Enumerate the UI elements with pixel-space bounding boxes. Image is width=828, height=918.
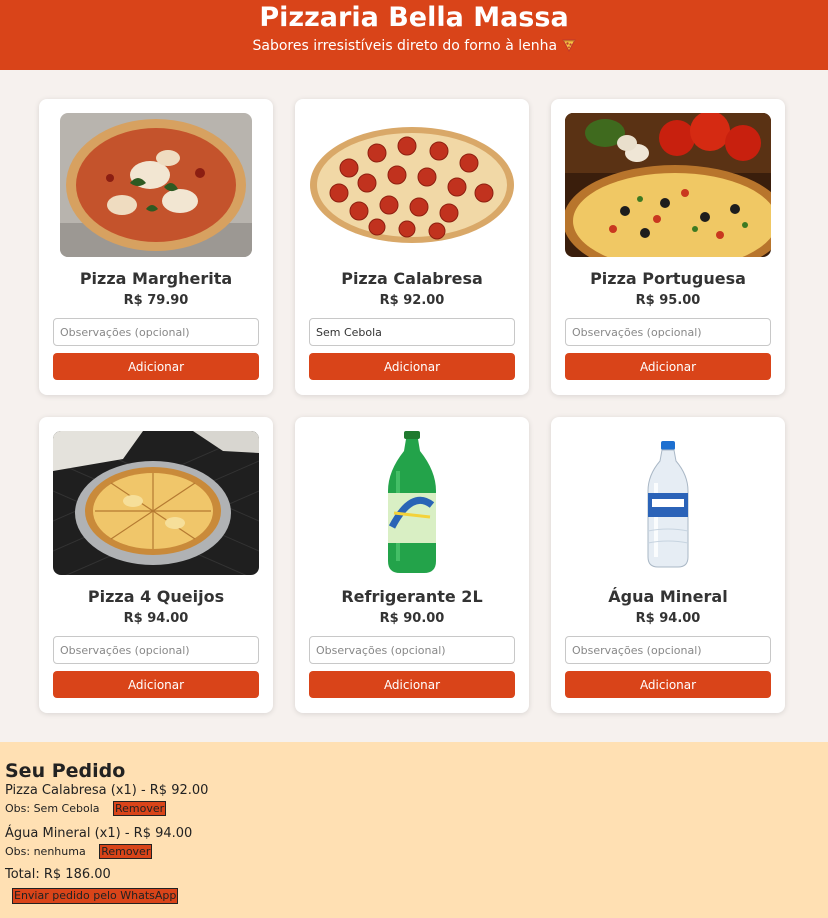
product-name: Pizza Portuguesa [590, 269, 746, 288]
product-card: Pizza Margherita R$ 79.90 Adicionar [39, 99, 273, 395]
order-total: Total: R$ 186.00 [5, 867, 111, 882]
product-name: Água Mineral [608, 587, 728, 606]
product-price: R$ 95.00 [635, 293, 701, 308]
product-name: Pizza 4 Queijos [87, 587, 225, 606]
remove-button[interactable]: Remover [99, 844, 153, 859]
add-button[interactable]: Adicionar [309, 353, 515, 380]
product-price: R$ 92.00 [379, 293, 445, 308]
pizza-calabresa-image [309, 113, 515, 257]
observations-input[interactable] [53, 318, 259, 346]
remove-button[interactable]: Remover [113, 801, 167, 816]
order-item-line: Pizza Calabresa (x1) - R$ 92.00 [5, 783, 209, 798]
order-item-obs: Obs: Sem Cebola [5, 802, 100, 815]
product-price: R$ 94.00 [635, 611, 701, 626]
observations-input[interactable] [53, 636, 259, 664]
product-card: Refrigerante 2L R$ 90.00 Adicionar [295, 417, 529, 713]
observations-input[interactable] [309, 318, 515, 346]
product-name: Pizza Calabresa [341, 269, 483, 288]
order-item-obs: Obs: nenhuma [5, 845, 86, 858]
order-item: Água Mineral (x1) - R$ 94.00 Obs: nenhum… [5, 825, 823, 861]
add-button[interactable]: Adicionar [53, 671, 259, 698]
product-name: Pizza Margherita [79, 269, 233, 288]
order-item-line: Água Mineral (x1) - R$ 94.00 [5, 826, 193, 841]
observations-input[interactable] [565, 318, 771, 346]
soda-bottle-image [340, 431, 484, 575]
product-card: Água Mineral R$ 94.00 Adicionar [551, 417, 785, 713]
site-subtitle-text: Sabores irresistíveis direto do forno à … [252, 38, 558, 54]
add-button[interactable]: Adicionar [565, 671, 771, 698]
product-card: Pizza 4 Queijos R$ 94.00 Adicionar [39, 417, 273, 713]
order-title: Seu Pedido [5, 760, 126, 782]
pizza-margherita-image [60, 113, 252, 257]
product-price: R$ 94.00 [123, 611, 189, 626]
add-button[interactable]: Adicionar [309, 671, 515, 698]
pizza-portuguesa-image [565, 113, 771, 257]
order-section: Seu Pedido Pizza Calabresa (x1) - R$ 92.… [0, 742, 828, 918]
product-price: R$ 79.90 [123, 293, 189, 308]
product-name: Refrigerante 2L [341, 587, 483, 606]
send-whatsapp-button[interactable]: Enviar pedido pelo WhatsApp [12, 888, 179, 904]
observations-input[interactable] [565, 636, 771, 664]
product-card: Pizza Calabresa R$ 92.00 Adicionar [295, 99, 529, 395]
site-title: Pizzaria Bella Massa [259, 2, 569, 33]
add-button[interactable]: Adicionar [565, 353, 771, 380]
add-button[interactable]: Adicionar [53, 353, 259, 380]
product-grid: Pizza Margherita R$ 79.90 Adicionar [39, 99, 785, 713]
water-bottle-image [596, 431, 740, 575]
pizza-4-queijos-image [53, 431, 259, 575]
pizza-icon [561, 39, 576, 52]
observations-input[interactable] [309, 636, 515, 664]
site-subtitle: Sabores irresistíveis direto do forno à … [0, 36, 828, 56]
product-card: Pizza Portuguesa R$ 95.00 Adicionar [551, 99, 785, 395]
order-item: Pizza Calabresa (x1) - R$ 92.00 Obs: Sem… [5, 782, 823, 818]
site-header: Pizzaria Bella Massa Sabores irresistíve… [0, 0, 828, 70]
product-price: R$ 90.00 [379, 611, 445, 626]
